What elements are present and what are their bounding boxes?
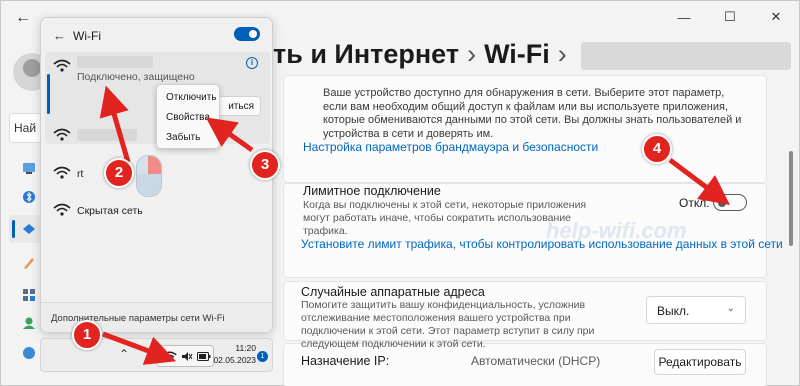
annotation-badge-2: 2 <box>104 158 134 188</box>
annotation-arrow-4 <box>668 158 730 205</box>
annotation-badge-4: 4 <box>642 134 672 164</box>
annotation-arrow-2 <box>99 85 131 163</box>
annotation-arrow-1 <box>102 331 177 365</box>
annotation-badge-1: 1 <box>72 320 102 350</box>
annotation-badge-3: 3 <box>250 150 280 180</box>
annotation-arrow-3 <box>205 117 254 153</box>
annotation-arrows <box>99 85 730 365</box>
